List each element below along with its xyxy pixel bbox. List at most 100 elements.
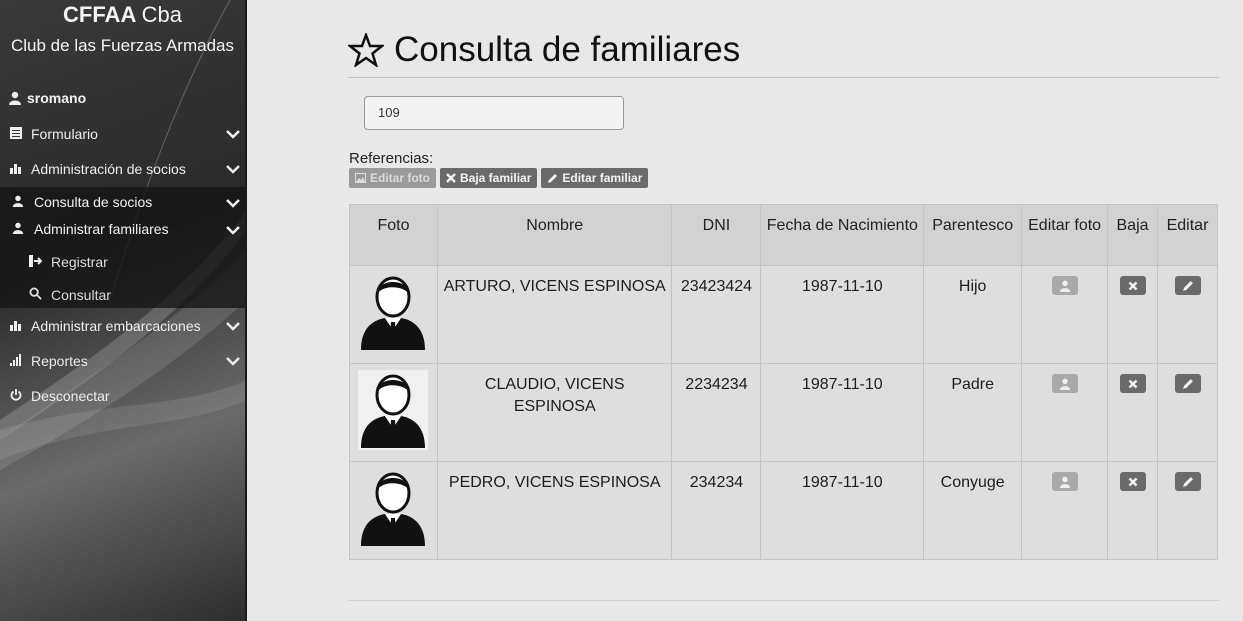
sidebar: CFFAA Cba Club de las Fuerzas Armadas sr… [0, 0, 247, 621]
chevron-down-icon [226, 322, 240, 331]
x-icon [1128, 477, 1137, 486]
username: sromano [27, 90, 87, 106]
col-baja: Baja [1107, 204, 1158, 266]
col-nombre: Nombre [436, 204, 673, 266]
cell-editar [1157, 363, 1218, 462]
references-legend: Editar foto Baja familiar Editar familia… [349, 168, 649, 188]
avatar-icon [361, 276, 426, 350]
ref-editar-foto: Editar foto [349, 168, 436, 188]
cell-fecha: 1987-11-10 [760, 265, 925, 364]
chevron-down-icon [226, 199, 240, 208]
delete-button[interactable] [1119, 276, 1146, 295]
cell-fecha: 1987-11-10 [760, 363, 925, 462]
cell-parentesco: Padre [923, 363, 1023, 462]
cell-nombre: ARTURO, VICENS ESPINOSA [436, 265, 673, 364]
avatar-icon [361, 472, 426, 546]
bar-chart-icon [8, 162, 24, 177]
brand-subtitle: Club de las Fuerzas Armadas [11, 36, 234, 55]
current-user[interactable]: sromano [8, 90, 86, 106]
familiares-table: Foto Nombre DNI Fecha de Nacimiento Pare… [349, 204, 1218, 560]
cell-dni: 234234 [671, 461, 762, 560]
cell-baja [1107, 265, 1158, 364]
cell-editar-foto [1021, 461, 1109, 560]
delete-button[interactable] [1119, 374, 1146, 393]
photo-cell [349, 461, 438, 560]
cell-editar-foto [1021, 265, 1109, 364]
title-divider [348, 77, 1219, 78]
col-foto: Foto [349, 204, 438, 266]
bottom-divider [348, 600, 1219, 601]
edit-button[interactable] [1174, 374, 1201, 393]
brand-title: CFFAA Cba [63, 2, 182, 27]
chevron-down-icon [226, 130, 240, 139]
col-editar-foto: Editar foto [1021, 204, 1109, 266]
search-icon [27, 287, 43, 303]
user-icon [1059, 476, 1070, 488]
signal-chart-icon [8, 353, 24, 369]
chevron-down-icon [226, 357, 240, 366]
menu-reportes[interactable]: Reportes [0, 347, 245, 375]
col-editar: Editar [1157, 204, 1218, 266]
pencil-icon [1182, 378, 1193, 389]
cell-dni: 23423424 [671, 265, 762, 364]
menu-admin-embarcaciones[interactable]: Administrar embarcaciones [0, 312, 245, 340]
bar-chart-icon [8, 319, 24, 334]
edit-photo-button[interactable] [1051, 276, 1078, 295]
submenu-admin-socios: Consulta de socios Administrar familiare… [0, 187, 245, 308]
refs-label: Referencias: [349, 150, 434, 167]
table-row: ARTURO, VICENS ESPINOSA 23423424 1987-11… [349, 265, 1218, 364]
cell-fecha: 1987-11-10 [760, 461, 925, 560]
pencil-icon [548, 173, 558, 183]
register-icon [27, 254, 43, 271]
col-fecha: Fecha de Nacimiento [760, 204, 925, 266]
cell-baja [1107, 461, 1158, 560]
user-icon [10, 195, 26, 210]
table-header-row: Foto Nombre DNI Fecha de Nacimiento Pare… [349, 204, 1218, 266]
table-row: PEDRO, VICENS ESPINOSA 234234 1987-11-10… [349, 461, 1218, 560]
user-icon [1059, 378, 1070, 390]
ref-baja-familiar: Baja familiar [440, 168, 538, 188]
search-input[interactable]: 109 [364, 96, 624, 130]
menu-desconectar[interactable]: Desconectar [0, 382, 245, 410]
menu-formulario[interactable]: Formulario [0, 120, 245, 148]
menu-registrar[interactable]: Registrar [0, 247, 108, 277]
menu-consultar[interactable]: Consultar [0, 280, 111, 310]
menu-admin-familiares[interactable]: Administrar familiares [0, 216, 245, 242]
cell-nombre: CLAUDIO, VICENS ESPINOSA [436, 363, 673, 462]
photo-cell [349, 363, 438, 462]
x-icon [446, 173, 456, 183]
pencil-icon [1182, 476, 1193, 487]
menu-consulta-socios[interactable]: Consulta de socios [0, 189, 245, 215]
x-icon [1128, 379, 1137, 388]
cell-baja [1107, 363, 1158, 462]
pencil-icon [1182, 280, 1193, 291]
cell-dni: 2234234 [671, 363, 762, 462]
cell-parentesco: Hijo [923, 265, 1023, 364]
user-icon [9, 91, 21, 105]
user-icon [1059, 280, 1070, 292]
menu-admin-socios[interactable]: Administración de socios [0, 155, 245, 183]
page-title: Consulta de familiares [348, 30, 740, 70]
photo-cell [349, 265, 438, 364]
avatar-icon [361, 374, 426, 448]
cell-nombre: PEDRO, VICENS ESPINOSA [436, 461, 673, 560]
edit-photo-button[interactable] [1051, 472, 1078, 491]
x-icon [1128, 281, 1137, 290]
cell-editar-foto [1021, 363, 1109, 462]
col-parentesco: Parentesco [923, 204, 1023, 266]
cell-parentesco: Conyuge [923, 461, 1023, 560]
edit-button[interactable] [1174, 472, 1201, 491]
picture-icon [355, 173, 366, 183]
cell-editar [1157, 461, 1218, 560]
chevron-down-icon [226, 165, 240, 174]
edit-photo-button[interactable] [1051, 374, 1078, 393]
user-icon [10, 222, 26, 237]
ref-editar-familiar: Editar familiar [541, 168, 649, 188]
main-content: Consulta de familiares 109 Referencias: … [247, 0, 1243, 621]
cell-editar [1157, 265, 1218, 364]
star-outline-icon [348, 33, 384, 67]
delete-button[interactable] [1119, 472, 1146, 491]
col-dni: DNI [671, 204, 762, 266]
chevron-down-icon [226, 226, 240, 235]
edit-button[interactable] [1174, 276, 1201, 295]
